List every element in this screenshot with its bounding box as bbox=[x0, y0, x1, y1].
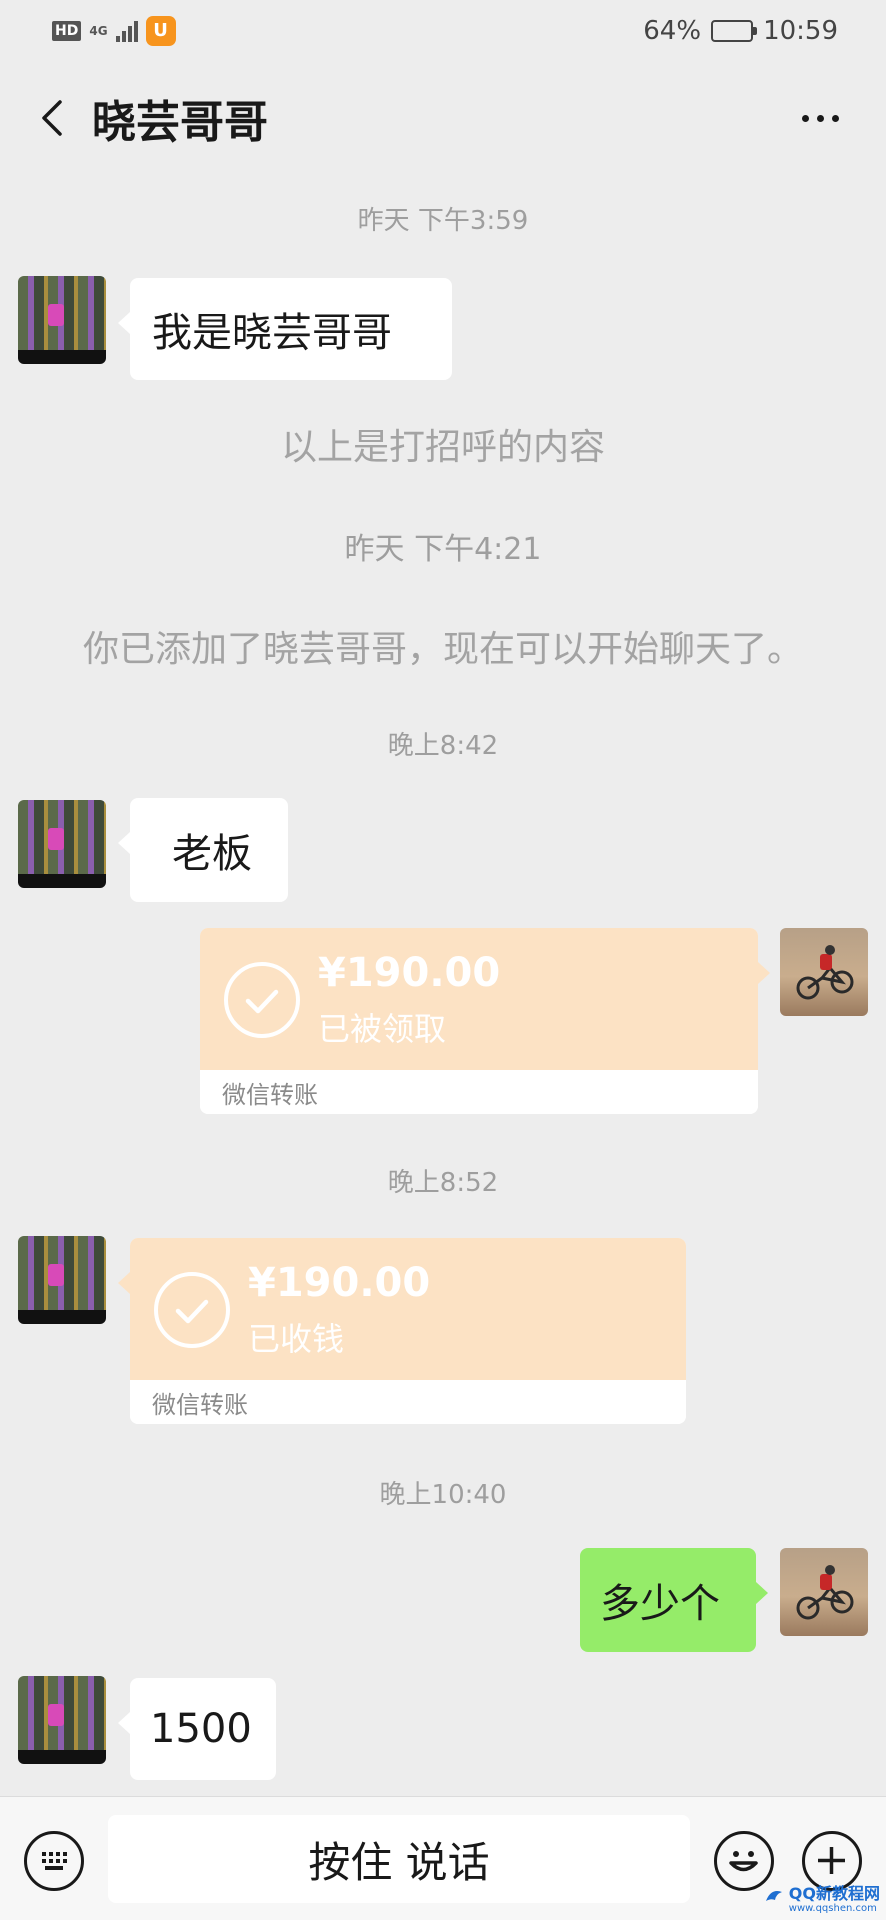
back-chevron-icon bbox=[42, 100, 62, 136]
status-bar: HD 4G U 64% 10:59 bbox=[0, 0, 886, 62]
system-message: 你已添加了晓芸哥哥，现在可以开始聊天了。 bbox=[82, 629, 803, 670]
timestamp: 晚上8:42 bbox=[387, 731, 499, 761]
sent-transfer-card[interactable]: ¥190.00 已被领取 微信转账 bbox=[200, 928, 770, 1114]
transfer-status: 已被领取 bbox=[318, 1010, 447, 1048]
chat-header: 晓芸哥哥 bbox=[0, 70, 886, 166]
my-avatar[interactable] bbox=[780, 928, 868, 1016]
status-left: HD 4G U bbox=[52, 16, 176, 46]
uc-browser-icon: U bbox=[145, 16, 176, 46]
my-avatar[interactable] bbox=[780, 1548, 868, 1636]
message-text: 老板 bbox=[172, 831, 252, 877]
watermark-text-group: QQ新教程网 www.qqshen.com bbox=[789, 1880, 880, 1914]
chat-title: 晓芸哥哥 bbox=[92, 97, 268, 148]
received-message[interactable]: 我是晓芸哥哥 bbox=[118, 278, 452, 380]
network-label: 4G bbox=[89, 24, 108, 38]
contact-avatar[interactable] bbox=[18, 1676, 106, 1764]
status-right: 64% 10:59 bbox=[643, 16, 838, 46]
dolphin-logo-icon bbox=[765, 1891, 782, 1901]
keyboard-icon bbox=[42, 1852, 67, 1870]
hd-badge: HD bbox=[52, 21, 82, 41]
battery-icon bbox=[711, 20, 758, 42]
back-button[interactable] bbox=[22, 88, 82, 148]
hold-to-talk-button[interactable]: 按住 说话 bbox=[108, 1815, 690, 1903]
contact-avatar[interactable] bbox=[18, 1236, 106, 1324]
transfer-amount: ¥190.00 bbox=[318, 950, 501, 996]
battery-percent: 64% bbox=[643, 16, 702, 46]
check-circle-icon bbox=[154, 1272, 230, 1348]
watermark-url: www.qqshen.com bbox=[788, 1903, 877, 1914]
more-icon bbox=[801, 114, 809, 122]
message-text: 我是晓芸哥哥 bbox=[152, 310, 392, 356]
clock: 10:59 bbox=[763, 16, 838, 46]
cyclist-icon bbox=[796, 1565, 854, 1620]
timestamp: 晚上8:52 bbox=[387, 1168, 499, 1198]
check-circle-icon bbox=[224, 962, 300, 1038]
contact-avatar[interactable] bbox=[18, 800, 106, 888]
sent-message[interactable]: 多少个 bbox=[580, 1548, 768, 1652]
message-text: 1500 bbox=[150, 1706, 252, 1752]
cyclist-icon bbox=[796, 945, 854, 1000]
received-transfer-card[interactable]: ¥190.00 已收钱 微信转账 bbox=[118, 1238, 686, 1424]
transfer-status: 已收钱 bbox=[248, 1320, 345, 1358]
timestamp: 昨天 下午3:59 bbox=[357, 206, 529, 236]
check-icon bbox=[175, 1299, 209, 1324]
contact-avatar[interactable] bbox=[18, 276, 106, 364]
keyboard-button[interactable] bbox=[24, 1831, 84, 1891]
check-icon bbox=[245, 989, 279, 1014]
input-bar: 按住 说话 QQ新教程网 www.qqshen.com bbox=[0, 1796, 886, 1920]
message-text: 多少个 bbox=[600, 1581, 720, 1627]
transfer-body: ¥190.00 已收钱 bbox=[130, 1238, 686, 1380]
more-button[interactable] bbox=[790, 88, 850, 148]
watermark: QQ新教程网 www.qqshen.com bbox=[763, 1880, 880, 1914]
received-message[interactable]: 老板 bbox=[118, 798, 288, 902]
timestamp: 晚上10:40 bbox=[379, 1480, 507, 1510]
watermark-text: QQ新教程网 bbox=[788, 1884, 880, 1903]
transfer-body: ¥190.00 已被领取 bbox=[200, 928, 758, 1070]
system-message: 以上是打招呼的内容 bbox=[280, 427, 605, 468]
transfer-amount: ¥190.00 bbox=[248, 1260, 431, 1306]
transfer-footer: 微信转账 bbox=[130, 1380, 686, 1424]
signal-icon bbox=[115, 20, 138, 42]
timestamp: 昨天 下午4:21 bbox=[344, 532, 542, 567]
received-message[interactable]: 1500 bbox=[118, 1678, 276, 1780]
transfer-footer: 微信转账 bbox=[200, 1070, 758, 1114]
